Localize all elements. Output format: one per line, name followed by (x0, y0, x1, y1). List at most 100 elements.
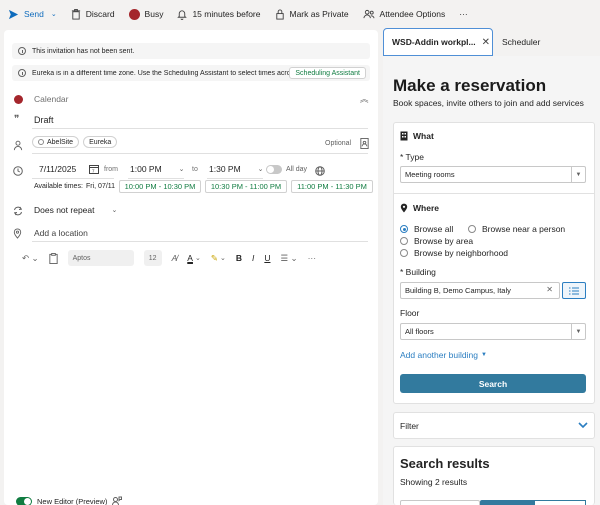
radio-browse-by-area[interactable]: Browse by area (400, 236, 473, 246)
svg-text:7: 7 (92, 169, 95, 174)
calendar-icon[interactable]: 7 (89, 164, 100, 174)
calendar-row[interactable] (12, 93, 24, 105)
attendee-options-button[interactable]: Attendee Options (363, 9, 445, 20)
search-results: Search results Showing 2 results (393, 446, 595, 505)
discard-button[interactable]: Discard (71, 8, 115, 20)
start-date-value: 7/11/2025 (39, 164, 77, 174)
reminder-button[interactable]: 15 minutes before (177, 9, 261, 20)
chevron-down-icon: ⌄ (111, 207, 118, 214)
font-size-select[interactable]: 12 (143, 250, 162, 266)
close-icon[interactable]: ✕ (482, 37, 490, 48)
all-day-label: All day (286, 166, 308, 173)
not-sent-notice: This invitation has not been sent. (12, 43, 370, 59)
chevron-down-icon[interactable]: ⌄ (195, 254, 201, 262)
filter-label: Filter (400, 421, 419, 431)
to-label: to (192, 166, 198, 173)
tab-scheduler[interactable]: Scheduler (502, 37, 540, 47)
chevron-down-icon[interactable]: ▼ (571, 324, 585, 339)
new-editor-toggle[interactable]: New Editor (Preview) (16, 496, 123, 505)
results-heading: Search results (400, 456, 490, 471)
new-editor-label: New Editor (Preview) (37, 496, 108, 505)
results-toggle-right[interactable] (534, 500, 586, 505)
trash-icon (71, 8, 80, 20)
feedback-icon[interactable] (112, 496, 123, 505)
more-format-icon[interactable]: ··· (308, 253, 317, 263)
location-input[interactable]: Add a location (34, 228, 88, 238)
search-button[interactable]: Search (400, 374, 586, 393)
from-label: from (104, 166, 118, 173)
info-icon (18, 69, 26, 77)
floor-select[interactable]: All floors ▼ (400, 323, 586, 340)
bold-icon[interactable]: B (236, 253, 242, 263)
radio-browse-by-neighborhood[interactable]: Browse by neighborhood (400, 248, 508, 258)
list-icon (569, 287, 579, 294)
attendee-chip[interactable]: AbelSite (32, 136, 80, 148)
more-options-button[interactable]: ··· (459, 9, 468, 19)
underline-icon[interactable]: U (264, 253, 270, 263)
reservation-form: What * Type Meeting rooms ▼ Where Browse… (393, 122, 595, 404)
format-painter-icon[interactable]: A̸ (172, 253, 178, 263)
available-slot[interactable]: 10:30 PM - 11:00 PM (205, 180, 287, 193)
chevron-down-icon[interactable]: ▼ (571, 167, 585, 182)
results-toggle-left[interactable] (400, 500, 480, 505)
radio-browse-near-person[interactable]: Browse near a person (468, 224, 565, 234)
results-toggle-active[interactable] (480, 500, 534, 505)
available-slot[interactable]: 10:00 PM - 10:30 PM (119, 180, 201, 193)
calendar-selector[interactable]: Calendar (34, 94, 69, 104)
undo-icon[interactable]: ↶ ⌄ (22, 253, 39, 264)
available-slot[interactable]: 11:00 PM - 11:30 PM (291, 180, 373, 193)
toggle-switch[interactable] (16, 496, 32, 505)
end-time-picker[interactable]: 1:30 PM ⌄ (209, 164, 264, 174)
title-input[interactable]: Draft (34, 115, 54, 125)
available-date: Fri, 07/11 (86, 183, 116, 190)
building-select[interactable]: Building B, Demo Campus, Italy ✕ (400, 282, 560, 299)
clear-icon[interactable]: ✕ (546, 285, 553, 294)
filter-panel[interactable]: Filter (393, 412, 595, 439)
italic-icon[interactable]: I (252, 253, 254, 263)
where-heading: Where (400, 203, 439, 213)
collapse-icon[interactable]: ︽ (360, 93, 369, 105)
globe-icon[interactable] (315, 166, 325, 176)
chevron-down-icon[interactable]: ⌄ (51, 10, 57, 18)
recurrence-dropdown[interactable]: Does not repeat ⌄ (34, 205, 117, 215)
private-label: Mark as Private (289, 9, 349, 19)
all-day-toggle[interactable]: All day (266, 165, 307, 174)
add-building-link[interactable]: Add another building ▼ (400, 350, 487, 360)
tab-label: WSD-Addin workpl... (392, 37, 476, 47)
clipboard-icon[interactable] (48, 252, 58, 264)
start-time-picker[interactable]: 1:00 PM ⌄ (130, 164, 185, 174)
radio-browse-all[interactable]: Browse all (400, 224, 453, 234)
clock-icon (13, 166, 23, 176)
repeat-icon (13, 206, 23, 216)
building-list-button[interactable] (562, 282, 586, 299)
type-select[interactable]: Meeting rooms ▼ (400, 166, 586, 183)
title-icon: ❞ (14, 114, 20, 125)
attendee-chip[interactable]: Eureka (83, 136, 118, 148)
addin-pane: Make a reservation Book spaces, invite o… (383, 56, 600, 505)
tab-wsd-addin[interactable]: WSD-Addin workpl... ✕ (383, 28, 493, 56)
optional-attendees-link[interactable]: Optional (325, 140, 351, 147)
calendar-color-icon (12, 93, 24, 105)
mark-private-button[interactable]: Mark as Private (275, 8, 349, 20)
more-icon: ··· (459, 9, 468, 19)
send-icon (8, 9, 19, 19)
scheduling-assistant-button[interactable]: Scheduling Assistant (289, 67, 366, 79)
start-date-picker[interactable]: 7/11/2025 7 (39, 164, 100, 174)
send-button[interactable]: Send ⌄ (8, 9, 57, 20)
compose-pane: This invitation has not been sent. Eurek… (4, 30, 378, 505)
font-color-icon[interactable]: A (187, 253, 193, 263)
chevron-down-icon[interactable]: ⌄ (220, 254, 226, 262)
bullet-list-icon[interactable]: ☰ ⌄ (280, 253, 297, 264)
what-heading: What (400, 131, 434, 141)
chevron-down-icon[interactable] (578, 422, 588, 429)
chevron-down-icon: ⌄ (178, 166, 185, 173)
address-book-icon[interactable] (360, 138, 369, 149)
presence-icon (38, 139, 44, 145)
people-icon (363, 9, 375, 18)
page-title: Make a reservation (393, 76, 547, 95)
toggle-switch[interactable] (266, 165, 282, 174)
font-family-select[interactable]: Aptos (67, 250, 134, 266)
type-label: * Type (400, 152, 424, 162)
highlight-icon[interactable]: ✎ (211, 253, 218, 264)
show-as-button[interactable]: Busy (128, 8, 163, 20)
